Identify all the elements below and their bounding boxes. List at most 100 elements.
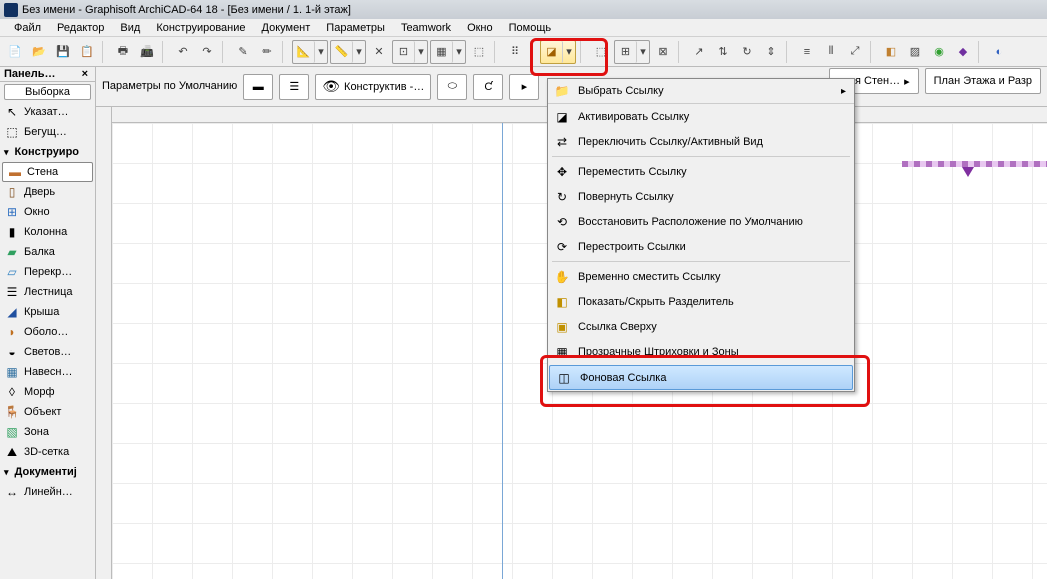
menu-options[interactable]: Параметры — [318, 20, 393, 36]
tool-window[interactable]: ⊞Окно — [0, 202, 95, 222]
tool-linear[interactable]: ↔Линейн… — [0, 482, 95, 502]
view-mode-button[interactable]: 👁Конструктив -… — [315, 74, 431, 100]
dd-select-reference[interactable]: 📁 Выбрать Ссылку ▸ — [548, 79, 854, 104]
dd-move[interactable]: ✥Переместить Ссылку — [548, 159, 854, 184]
ref-button[interactable]: ▸ — [509, 74, 539, 100]
tool-shell[interactable]: ◗Оболо… — [0, 322, 95, 342]
explore-icon[interactable]: ◆ — [952, 41, 974, 63]
ruler-group[interactable]: 📏▾ — [330, 40, 366, 64]
menu-help[interactable]: Помощь — [501, 20, 560, 36]
menu-file[interactable]: Файл — [6, 20, 49, 36]
print-icon[interactable]: 🖶 — [112, 41, 134, 63]
morph-icon: ◊ — [4, 385, 20, 399]
defaults-icon-button[interactable]: ▬ — [243, 74, 273, 100]
tool-morph[interactable]: ◊Морф — [0, 382, 95, 402]
window-icon: ⊞ — [4, 205, 20, 219]
tool-roof[interactable]: ◢Крыша — [0, 302, 95, 322]
grid-group[interactable]: ▦▾ — [430, 40, 466, 64]
splitter-icon: ◧ — [554, 294, 570, 310]
orbit-icon[interactable]: ◉ — [928, 41, 950, 63]
ruler-vertical — [96, 107, 112, 579]
menu-edit[interactable]: Редактор — [49, 20, 112, 36]
tool-door[interactable]: ▯Дверь — [0, 182, 95, 202]
menu-view[interactable]: Вид — [112, 20, 148, 36]
plotter-icon[interactable]: 📠 — [136, 41, 158, 63]
plot-icon[interactable]: 📋 — [76, 41, 98, 63]
tool-marquee[interactable]: ⬚Бегущ… — [0, 122, 95, 142]
mirror-icon[interactable]: ⇅ — [712, 41, 734, 63]
pointer-icon: ↖ — [4, 105, 20, 119]
geometry-button[interactable]: ⬭ — [437, 74, 467, 100]
dots-icon[interactable]: ⠿ — [504, 41, 526, 63]
separator — [282, 41, 288, 63]
save-icon[interactable]: 💾 — [52, 41, 74, 63]
layer-button[interactable]: ☰ — [279, 74, 309, 100]
section-document[interactable]: Документиј — [0, 462, 95, 482]
open-icon[interactable]: 📂 — [28, 41, 50, 63]
toolbox-header: Панель… × — [0, 67, 95, 82]
section-construct[interactable]: Конструиро — [0, 142, 95, 162]
tool-object[interactable]: 🪑Объект — [0, 402, 95, 422]
snap-group[interactable]: ⊡▾ — [392, 40, 428, 64]
inject-icon[interactable]: ✏ — [256, 41, 278, 63]
new-icon[interactable]: 📄 — [4, 41, 26, 63]
menu-window[interactable]: Окно — [459, 20, 501, 36]
ungroup-icon[interactable]: ⊠ — [652, 41, 674, 63]
show3d-icon[interactable]: ◧ — [880, 41, 902, 63]
pick-icon[interactable]: ✎ — [232, 41, 254, 63]
separator — [786, 41, 792, 63]
dd-activate[interactable]: ◪Активировать Ссылку — [548, 104, 854, 129]
menu-document[interactable]: Документ — [254, 20, 319, 36]
resize-icon[interactable]: ⤢ — [844, 41, 866, 63]
dd-reset[interactable]: ⟲Восстановить Расположение по Умолчанию — [548, 209, 854, 234]
slab-icon: ▱ — [4, 265, 20, 279]
dd-splitter[interactable]: ◧Показать/Скрыть Разделитель — [548, 289, 854, 314]
dd-rotate[interactable]: ↻Повернуть Ссылку — [548, 184, 854, 209]
tool-mesh[interactable]: ⛰3D-сетка — [0, 442, 95, 462]
trace-group[interactable]: ◪▾ — [540, 40, 576, 64]
align-icon[interactable]: ≡ — [796, 41, 818, 63]
profile-button[interactable]: Ƈ — [473, 74, 503, 100]
selection-button[interactable]: Выборка — [4, 84, 91, 100]
tool-stair[interactable]: ☰Лестница — [0, 282, 95, 302]
object-icon: 🪑 — [4, 405, 20, 419]
tool-light[interactable]: ◒Светов… — [0, 342, 95, 362]
elevate-icon[interactable]: ⇕ — [760, 41, 782, 63]
tool-zone[interactable]: ▧Зона — [0, 422, 95, 442]
eye-icon: 👁 — [322, 78, 340, 95]
plan-nav-button[interactable]: План Этажа и Разр — [925, 68, 1041, 94]
redo-icon[interactable]: ↷ — [196, 41, 218, 63]
dd-ontop[interactable]: ▣Ссылка Сверху — [548, 314, 854, 339]
title-bar: Без имени - Graphisoft ArchiCAD-64 18 - … — [0, 0, 1047, 19]
drag-icon: ✋ — [554, 269, 570, 285]
tool-column[interactable]: ▮Колонна — [0, 222, 95, 242]
edit-icon[interactable]: ↗ — [688, 41, 710, 63]
tool-slab[interactable]: ▱Перекр… — [0, 262, 95, 282]
suspend-icon[interactable]: ⬚ — [590, 41, 612, 63]
render-icon[interactable]: ◐ — [988, 41, 1010, 63]
separator — [552, 261, 850, 262]
dd-background[interactable]: ◫Фоновая Ссылка — [549, 365, 853, 390]
measure-group[interactable]: 📐▾ — [292, 40, 328, 64]
menu-design[interactable]: Конструирование — [148, 20, 253, 36]
dd-rebuild[interactable]: ⟳Перестроить Ссылки — [548, 234, 854, 259]
toolbox-title: Панель… — [4, 68, 56, 80]
tool-curtain[interactable]: ▦Навесн… — [0, 362, 95, 382]
tool-beam[interactable]: ▰Балка — [0, 242, 95, 262]
tool-pointer[interactable]: ↖Указат… — [0, 102, 95, 122]
dd-switch[interactable]: ⇄Переключить Ссылку/Активный Вид — [548, 129, 854, 154]
dd-transparent[interactable]: ▦Прозрачные Штриховки и Зоны — [548, 339, 854, 364]
distribute-icon[interactable]: ⫴ — [820, 41, 842, 63]
tool-wall[interactable]: ▬Стена — [2, 162, 93, 182]
menu-teamwork[interactable]: Teamwork — [393, 20, 459, 36]
undo-icon[interactable]: ↶ — [172, 41, 194, 63]
gravity-icon[interactable]: ⬚ — [468, 41, 490, 63]
close-panel-icon[interactable]: × — [79, 68, 91, 80]
dd-drag[interactable]: ✋Временно сместить Ссылку — [548, 264, 854, 289]
separator — [580, 41, 586, 63]
angle-icon[interactable]: ✕ — [368, 41, 390, 63]
group-group[interactable]: ⊞▾ — [614, 40, 650, 64]
window-title: Без имени - Graphisoft ArchiCAD-64 18 - … — [22, 4, 351, 16]
rotate-icon[interactable]: ↻ — [736, 41, 758, 63]
marquee3d-icon[interactable]: ▨ — [904, 41, 926, 63]
